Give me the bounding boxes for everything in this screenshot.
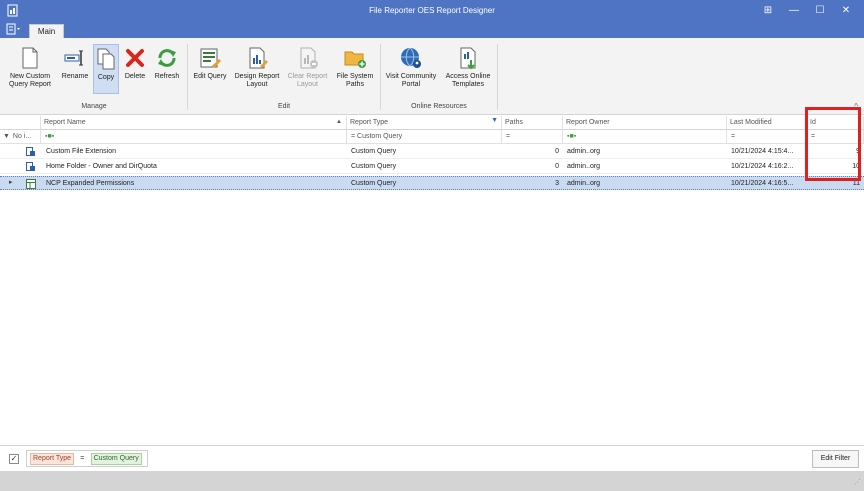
delete-icon <box>126 49 144 67</box>
cell-report-name: NCP Expanded Permissions <box>46 180 135 187</box>
sort-ascending-icon: ▲ <box>336 119 342 125</box>
cell-paths: 0 <box>555 148 559 155</box>
column-header-report-name[interactable]: Report Name ▲ <box>41 116 347 130</box>
ribbon-tab-bar: Main <box>0 22 864 38</box>
reports-grid: Report Name ▲ Report Type ▼ Paths Report… <box>0 116 864 445</box>
filter-row-indicator: ▼ No i... <box>0 130 41 144</box>
filter-cell-report-name[interactable]: ▪■▪ <box>41 130 347 144</box>
clear-report-layout-button[interactable]: Clear Report Layout <box>285 46 330 89</box>
rename-icon <box>64 50 83 66</box>
group-label-edit: Edit <box>277 103 291 110</box>
filter-cell-report-type[interactable]: = Custom Query <box>347 130 502 144</box>
report-icon <box>26 147 35 156</box>
filter-expression[interactable]: Report Type = Custom Query <box>26 450 148 467</box>
status-bar: ⋰ <box>0 471 864 491</box>
cell-report-name: Custom File Extension <box>46 148 117 155</box>
title-bar: File Reporter OES Report Designer ⊞ — ☐ … <box>0 0 864 22</box>
table-row[interactable]: Home Folder - Owner and DirQuota Custom … <box>0 160 864 174</box>
refresh-icon <box>158 49 176 67</box>
close-button[interactable]: ✕ <box>836 3 856 19</box>
group-separator <box>497 44 498 110</box>
visit-community-portal-button[interactable]: Visit Community Portal <box>383 46 439 89</box>
cell-report-type: Custom Query <box>351 163 397 170</box>
filter-cell-last-modified[interactable]: = <box>727 130 807 144</box>
table-row-selected[interactable]: ▸ NCP Expanded Permissions Custom Query … <box>0 176 864 190</box>
edit-query-icon <box>200 48 221 68</box>
column-header-last-modified[interactable]: Last Modified <box>727 116 807 130</box>
cell-last-modified: 10/21/2024 4:16:2... <box>731 163 794 170</box>
contains-operator-icon: ▪■▪ <box>45 133 55 140</box>
new-custom-query-report-button[interactable]: New Custom Query Report <box>4 46 56 89</box>
cell-report-owner: admin..org <box>567 148 601 155</box>
design-report-layout-button[interactable]: Design Report Layout <box>231 46 283 89</box>
download-templates-icon <box>460 47 476 70</box>
clear-layout-icon <box>300 47 318 69</box>
design-layout-icon <box>249 47 268 69</box>
enable-filter-checkbox[interactable]: ✓ <box>9 454 19 464</box>
access-online-templates-button[interactable]: Access Online Templates <box>441 46 495 89</box>
row-indicator-header <box>0 116 41 130</box>
new-document-icon <box>22 47 38 69</box>
edit-query-button[interactable]: Edit Query <box>190 46 230 81</box>
layout-icon[interactable]: ⊞ <box>758 3 778 19</box>
delete-button[interactable]: Delete <box>121 46 149 81</box>
cell-paths: 0 <box>555 163 559 170</box>
edit-filter-button[interactable]: Edit Filter <box>812 450 859 468</box>
cell-report-name: Home Folder - Owner and DirQuota <box>46 163 157 170</box>
resize-grip-icon[interactable]: ⋰ <box>854 478 861 486</box>
app-menu-icon[interactable] <box>6 23 24 37</box>
rename-button[interactable]: Rename <box>58 46 92 81</box>
cell-last-modified: 10/21/2024 4:16:5... <box>731 180 794 187</box>
group-label-manage: Manage <box>81 103 107 110</box>
folder-add-icon <box>344 51 366 68</box>
table-row[interactable]: Custom File Extension Custom Query 0 adm… <box>0 145 864 159</box>
file-system-paths-button[interactable]: File System Paths <box>332 46 378 89</box>
minimize-button[interactable]: — <box>784 3 804 19</box>
filter-value-token: Custom Query <box>90 453 142 465</box>
column-header-report-type[interactable]: Report Type ▼ <box>347 116 502 130</box>
cell-report-owner: admin..org <box>567 163 601 170</box>
table-report-icon <box>26 179 36 189</box>
filter-cell-paths[interactable]: = <box>502 130 563 144</box>
maximize-button[interactable]: ☐ <box>810 3 830 19</box>
funnel-icon: ▼ <box>3 133 10 140</box>
current-row-indicator-icon: ▸ <box>9 179 13 186</box>
cell-paths: 3 <box>555 180 559 187</box>
window-title: File Reporter OES Report Designer <box>369 6 495 15</box>
column-header-paths[interactable]: Paths <box>502 116 563 130</box>
cell-report-type: Custom Query <box>351 148 397 155</box>
cell-last-modified: 10/21/2024 4:15:4... <box>731 148 794 155</box>
column-header-report-owner[interactable]: Report Owner <box>563 116 727 130</box>
id-column-highlight <box>805 107 861 181</box>
filter-panel: ✓ Report Type = Custom Query Edit Filter <box>0 445 864 471</box>
report-icon <box>26 162 35 171</box>
filter-active-icon: ▼ <box>491 117 498 124</box>
cell-report-type: Custom Query <box>351 180 397 187</box>
auto-filter-row: ▼ No i... ▪■▪ = Custom Query = ▪■▪ = = <box>0 130 864 144</box>
filter-operator-token: = <box>80 455 85 462</box>
cell-report-owner: admin..org <box>567 180 601 187</box>
copy-button[interactable]: Copy <box>93 44 119 94</box>
community-globe-icon <box>401 47 421 68</box>
filter-cell-report-owner[interactable]: ▪■▪ <box>563 130 727 144</box>
group-separator <box>187 44 188 110</box>
filter-field-token: Report Type <box>30 453 75 465</box>
refresh-button[interactable]: Refresh <box>150 46 184 81</box>
group-separator <box>380 44 381 110</box>
group-label-online-resources: Online Resources <box>411 103 467 110</box>
copy-icon <box>97 48 115 70</box>
ribbon: New Custom Query Report Rename Copy Dele… <box>0 38 864 115</box>
contains-operator-icon: ▪■▪ <box>567 133 577 140</box>
tab-main[interactable]: Main <box>29 24 64 38</box>
